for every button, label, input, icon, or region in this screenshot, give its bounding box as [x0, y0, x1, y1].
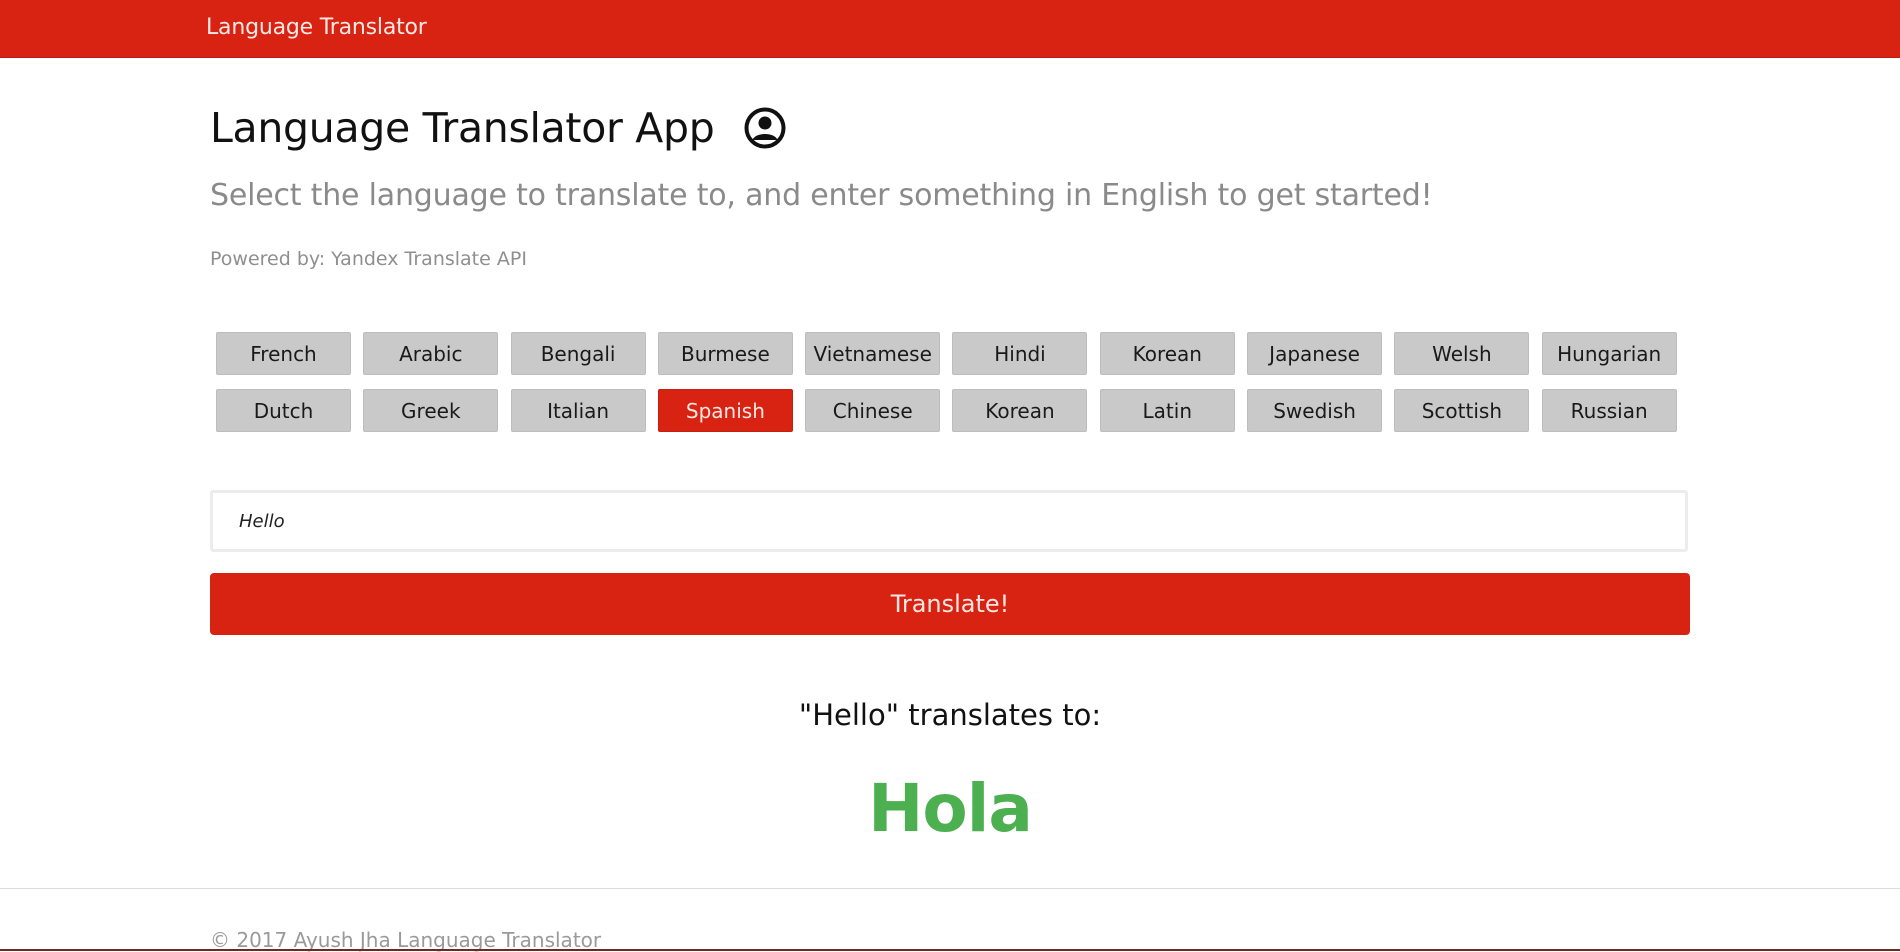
language-button-swedish[interactable]: Swedish: [1247, 389, 1383, 432]
language-button-burmese[interactable]: Burmese: [657, 332, 793, 375]
language-button-bengali[interactable]: Bengali: [510, 332, 646, 375]
powered-by-text: Powered by: Yandex Translate API: [210, 248, 527, 270]
language-button-korean[interactable]: Korean: [952, 389, 1088, 432]
page-title: Language Translator App: [210, 104, 715, 152]
language-button-french[interactable]: French: [216, 332, 351, 375]
language-button-scottish[interactable]: Scottish: [1394, 389, 1530, 432]
result-value: Hola: [868, 770, 1033, 847]
language-button-hindi[interactable]: Hindi: [952, 332, 1088, 375]
language-button-grid: French Arabic Bengali Burmese Vietnamese Hind…: [216, 332, 1682, 432]
language-button-korean[interactable]: Korean: [1099, 332, 1235, 375]
language-button-chinese[interactable]: Chinese: [805, 389, 941, 432]
language-button-vietnamese[interactable]: Vietnamese: [805, 332, 941, 375]
user-circle-icon: [744, 107, 786, 149]
translate-button[interactable]: Translate!: [210, 573, 1690, 635]
text-input[interactable]: [210, 490, 1688, 552]
language-button-latin[interactable]: Latin: [1099, 389, 1235, 432]
navbar-brand[interactable]: Language Translator: [206, 15, 427, 40]
language-button-greek[interactable]: Greek: [363, 389, 499, 432]
lead-text: Select the language to translate to, and…: [210, 178, 1433, 213]
language-button-arabic[interactable]: Arabic: [363, 332, 499, 375]
navbar: Language Translator: [0, 0, 1900, 58]
language-button-hungarian[interactable]: Hungarian: [1541, 332, 1677, 375]
title-row: Language Translator App: [210, 98, 786, 158]
language-button-spanish[interactable]: Spanish: [657, 389, 793, 432]
language-button-dutch[interactable]: Dutch: [216, 389, 351, 432]
language-button-russian[interactable]: Russian: [1541, 389, 1677, 432]
result-label: "Hello" translates to:: [798, 698, 1102, 732]
footer-divider: [0, 888, 1900, 889]
language-button-welsh[interactable]: Welsh: [1394, 332, 1530, 375]
language-button-japanese[interactable]: Japanese: [1247, 332, 1383, 375]
language-button-italian[interactable]: Italian: [510, 389, 646, 432]
